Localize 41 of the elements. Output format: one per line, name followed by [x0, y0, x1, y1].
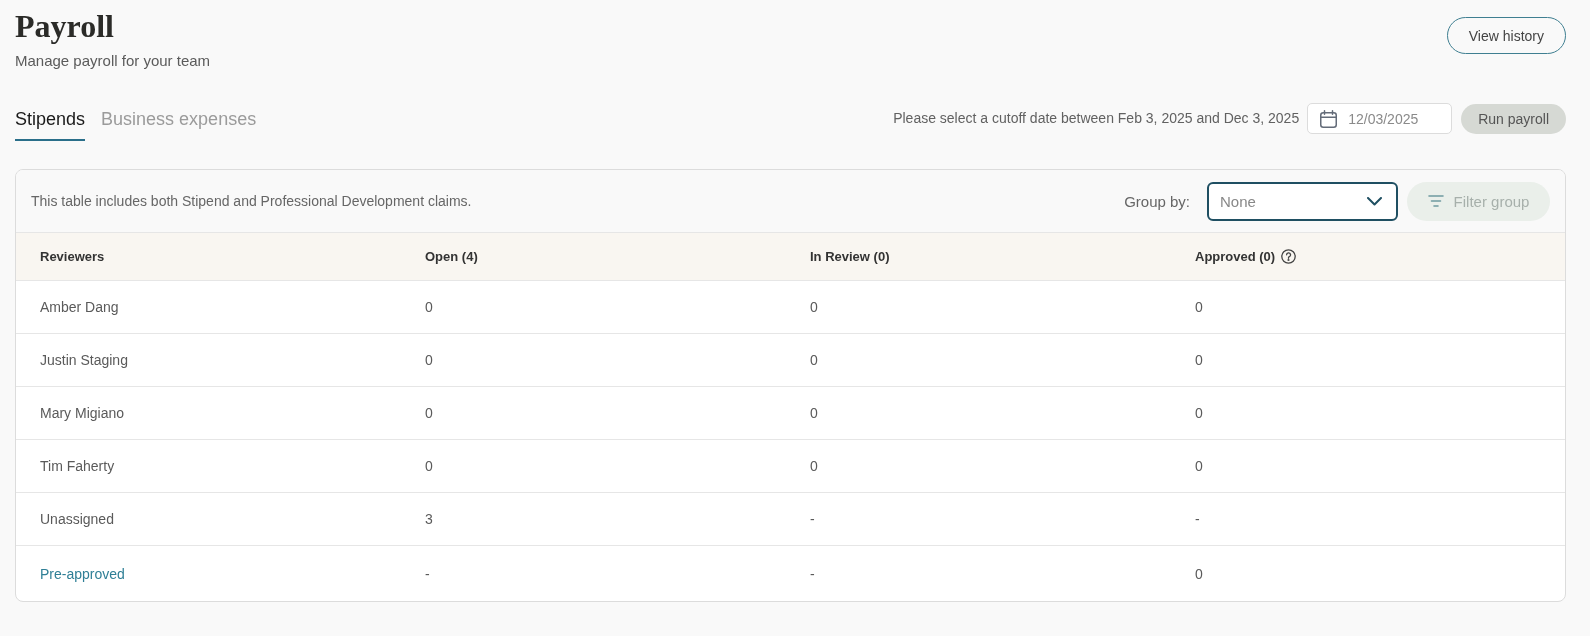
help-icon[interactable] — [1281, 249, 1297, 264]
approved-count: 0 — [1195, 458, 1203, 474]
reviewer-name: Amber Dang — [40, 299, 119, 315]
in-review-count: - — [810, 565, 815, 582]
column-header: Approved (0) — [1195, 248, 1276, 265]
open-count: 0 — [425, 405, 433, 421]
open-count: 0 — [425, 352, 433, 368]
table-note: This table includes both Stipend and Professional Development claims. — [31, 192, 473, 210]
approved-count: 0 — [1195, 565, 1203, 582]
open-count: 3 — [425, 511, 433, 527]
column-header: Open (4) — [425, 248, 478, 265]
column-header: Reviewers — [40, 248, 105, 265]
tab[interactable]: Stipends — [15, 108, 86, 141]
in-review-count: - — [810, 511, 815, 527]
group-by-label: Group by: — [1124, 192, 1190, 210]
column-header: In Review (0) — [810, 248, 890, 265]
in-review-count: 0 — [810, 405, 818, 421]
tab[interactable]: Business expenses — [101, 108, 257, 141]
open-count: 0 — [425, 458, 433, 474]
open-count: - — [425, 565, 430, 582]
date-field[interactable]: 12/03/2025 — [1307, 103, 1453, 134]
filter-icon — [1427, 195, 1444, 207]
reviewer-name: Tim Faherty — [40, 458, 115, 474]
in-review-count: 0 — [810, 352, 818, 368]
reviewer-name: Unassigned — [40, 511, 114, 527]
approved-count: - — [1195, 511, 1200, 527]
page-subtitle: Manage payroll for your team — [15, 51, 211, 71]
cutoff-message: Please select a cutoff date between Feb 3, 2025 and Dec 3, 2025 — [893, 110, 1300, 127]
approved-count: 0 — [1195, 299, 1203, 315]
approved-count: 0 — [1195, 405, 1203, 421]
calendar-icon — [1320, 109, 1338, 128]
in-review-count: 0 — [810, 458, 818, 474]
open-count: 0 — [425, 299, 433, 315]
in-review-count: 0 — [810, 299, 818, 315]
group-by-select[interactable]: None — [1207, 181, 1398, 221]
approved-count: 0 — [1195, 352, 1203, 368]
reviewer-name: Mary Migiano — [40, 405, 125, 421]
reviewer-name: Justin Staging — [40, 352, 128, 368]
reviewer-link[interactable]: Pre-approved — [40, 565, 125, 582]
page-title: Payroll — [15, 7, 114, 45]
chevron-down-icon — [1367, 196, 1382, 206]
